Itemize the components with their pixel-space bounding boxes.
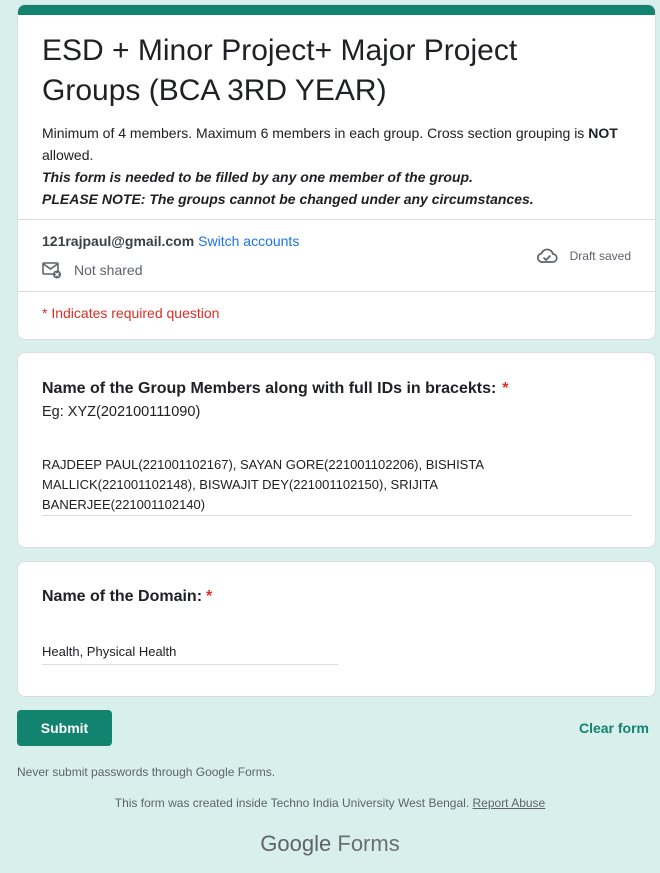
- account-info: 121rajpaul@gmail.com Switch accounts: [42, 233, 299, 249]
- report-abuse-link[interactable]: Report Abuse: [473, 796, 546, 810]
- question-subtitle: Eg: XYZ(202100111090): [42, 404, 201, 420]
- description-line-2: This form is needed to be filled by any …: [42, 169, 473, 185]
- google-forms-logo[interactable]: Google Forms: [0, 831, 660, 857]
- group-members-answer[interactable]: RAJDEEP PAUL(221001102167), SAYAN GORE(2…: [42, 455, 512, 515]
- question-card-group-members: Name of the Group Members along with ful…: [17, 352, 656, 548]
- clear-form-button[interactable]: Clear form: [579, 720, 649, 736]
- password-warning: Never submit passwords through Google Fo…: [17, 765, 276, 779]
- question-card-domain: Name of the Domain: * Health, Physical He…: [17, 561, 656, 697]
- required-star: *: [502, 380, 509, 397]
- domain-answer[interactable]: Health, Physical Health: [42, 642, 176, 662]
- cloud-check-icon: [536, 248, 558, 263]
- shared-status: Not shared: [42, 261, 142, 279]
- divider: [18, 219, 655, 220]
- divider: [18, 291, 655, 292]
- form-title: ESD + Minor Project+ Major Project Group…: [42, 34, 518, 107]
- answer-underline: [42, 664, 338, 665]
- mail-not-shared-icon: [42, 262, 61, 279]
- google-logo-text: Google: [260, 831, 332, 856]
- question-title: Name of the Domain: *: [42, 588, 213, 605]
- switch-accounts-link[interactable]: Switch accounts: [198, 233, 299, 249]
- form-header-card: ESD + Minor Project+ Major Project Group…: [17, 4, 656, 340]
- account-email: 121rajpaul@gmail.com: [42, 233, 195, 249]
- accent-bar: [18, 5, 655, 15]
- answer-underline: [42, 515, 632, 516]
- required-note: * Indicates required question: [42, 305, 220, 321]
- description-line-1: Minimum of 4 members. Maximum 6 members …: [42, 125, 618, 163]
- draft-status-text: Draft saved: [569, 249, 631, 263]
- form-description: Minimum of 4 members. Maximum 6 members …: [42, 122, 632, 210]
- shared-status-text: Not shared: [74, 262, 143, 278]
- forms-logo-text: Forms: [337, 831, 400, 856]
- created-notice: This form was created inside Techno Indi…: [0, 796, 660, 810]
- question-title: Name of the Group Members along with ful…: [42, 380, 509, 397]
- created-text: This form was created inside Techno Indi…: [114, 796, 470, 810]
- required-star: *: [206, 588, 213, 605]
- description-line-3: PLEASE NOTE: The groups cannot be change…: [42, 191, 534, 207]
- submit-button[interactable]: Submit: [17, 710, 112, 746]
- draft-status: Draft saved: [536, 247, 631, 265]
